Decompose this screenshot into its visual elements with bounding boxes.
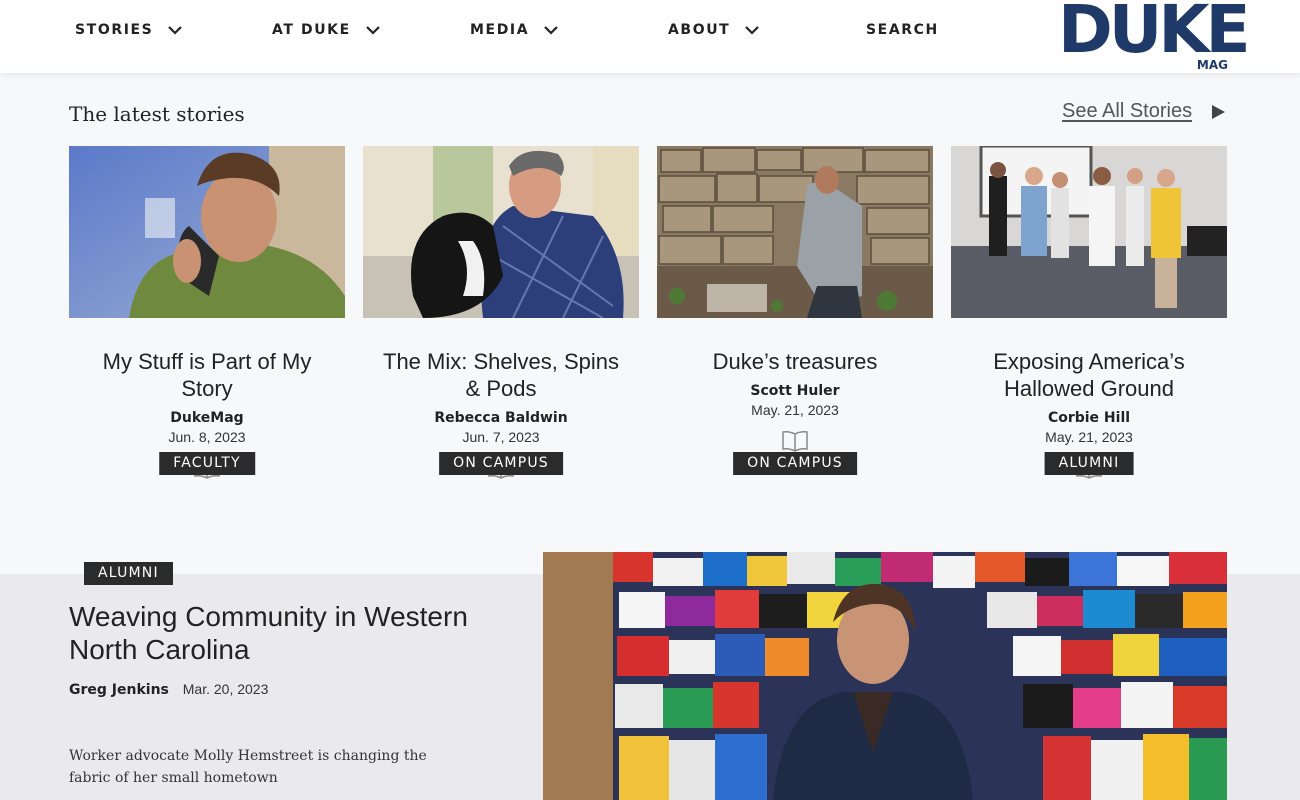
- story-card: ALUMNI Exposing America’s Hallowed Groun…: [951, 146, 1227, 479]
- feature-date: Mar. 20, 2023: [182, 681, 269, 697]
- nav-at-duke-label: AT DUKE: [272, 22, 351, 38]
- story-date: May. 21, 2023: [1045, 429, 1133, 445]
- logo-wordmark: DUKE: [1058, 0, 1251, 68]
- feature-category-tag[interactable]: ALUMNI: [84, 562, 173, 585]
- story-author[interactable]: Rebecca Baldwin: [363, 410, 639, 426]
- nav-media[interactable]: MEDIA: [470, 22, 559, 38]
- story-date: Jun. 7, 2023: [462, 429, 540, 445]
- chevron-down-icon: [745, 26, 760, 35]
- nav-about[interactable]: ABOUT: [668, 22, 760, 38]
- nav-search[interactable]: SEARCH: [866, 22, 939, 38]
- feature-author[interactable]: Greg Jenkins: [69, 682, 169, 698]
- story-date: Jun. 8, 2023: [168, 429, 246, 445]
- story-card: FACULTY My Stuff is Part of My Story Duk…: [69, 146, 345, 479]
- category-tag[interactable]: ALUMNI: [1044, 452, 1134, 475]
- nav-stories-label: STORIES: [75, 22, 154, 38]
- story-card: ON CAMPUS The Mix: Shelves, Spins & Pods…: [363, 146, 639, 479]
- story-photo-dog: [363, 146, 639, 318]
- feature-meta: Greg Jenkins Mar. 20, 2023: [69, 681, 268, 698]
- chevron-down-icon: [168, 26, 183, 35]
- feature-image[interactable]: [543, 552, 1227, 800]
- see-all-label: See All Stories: [1062, 100, 1193, 122]
- feature-description: Worker advocate Molly Hemstreet is chang…: [69, 748, 427, 786]
- duke-mag-logo[interactable]: DUKE MAG: [1058, 0, 1251, 72]
- story-title[interactable]: My Stuff is Part of My Story: [69, 348, 345, 402]
- section-title: The latest stories: [69, 102, 245, 126]
- category-tag[interactable]: ON CAMPUS: [439, 452, 563, 475]
- story-card: ON CAMPUS Duke’s treasures Scott Huler M…: [657, 146, 933, 475]
- chevron-down-icon: [544, 26, 558, 35]
- story-author[interactable]: Corbie Hill: [951, 410, 1227, 426]
- story-title[interactable]: Duke’s treasures: [657, 348, 933, 375]
- play-arrow-icon: [1212, 104, 1226, 119]
- nav-at-duke[interactable]: AT DUKE: [272, 22, 381, 38]
- feature-photo-textiles: [543, 552, 1227, 800]
- feature-title[interactable]: Weaving Community in Western North Carol…: [69, 600, 489, 666]
- story-image[interactable]: [657, 146, 933, 318]
- category-tag[interactable]: ON CAMPUS: [733, 452, 857, 475]
- nav-stories[interactable]: STORIES: [75, 22, 183, 38]
- category-tag[interactable]: FACULTY: [159, 452, 255, 475]
- story-photo-faculty: [69, 146, 345, 318]
- story-author[interactable]: Scott Huler: [657, 383, 933, 399]
- nav-media-label: MEDIA: [470, 22, 530, 38]
- story-image[interactable]: [951, 146, 1227, 318]
- see-all-stories-link[interactable]: See All Stories: [1062, 100, 1226, 123]
- story-title[interactable]: The Mix: Shelves, Spins & Pods: [363, 348, 639, 402]
- site-header: STORIES AT DUKE MEDIA ABOUT SEARCH DUKE …: [0, 0, 1300, 73]
- nav-about-label: ABOUT: [668, 22, 731, 38]
- chevron-down-icon: [366, 26, 380, 35]
- logo-sub: MAG: [1196, 58, 1228, 72]
- story-image[interactable]: [69, 146, 345, 318]
- story-date: May. 21, 2023: [751, 402, 839, 418]
- book-icon[interactable]: [781, 430, 809, 452]
- story-image[interactable]: [363, 146, 639, 318]
- story-photo-classroom: [951, 146, 1227, 318]
- nav-search-label: SEARCH: [866, 22, 939, 38]
- story-author[interactable]: DukeMag: [69, 410, 345, 426]
- story-photo-stone-wall: [657, 146, 933, 318]
- story-title[interactable]: Exposing America’s Hallowed Ground: [951, 348, 1227, 402]
